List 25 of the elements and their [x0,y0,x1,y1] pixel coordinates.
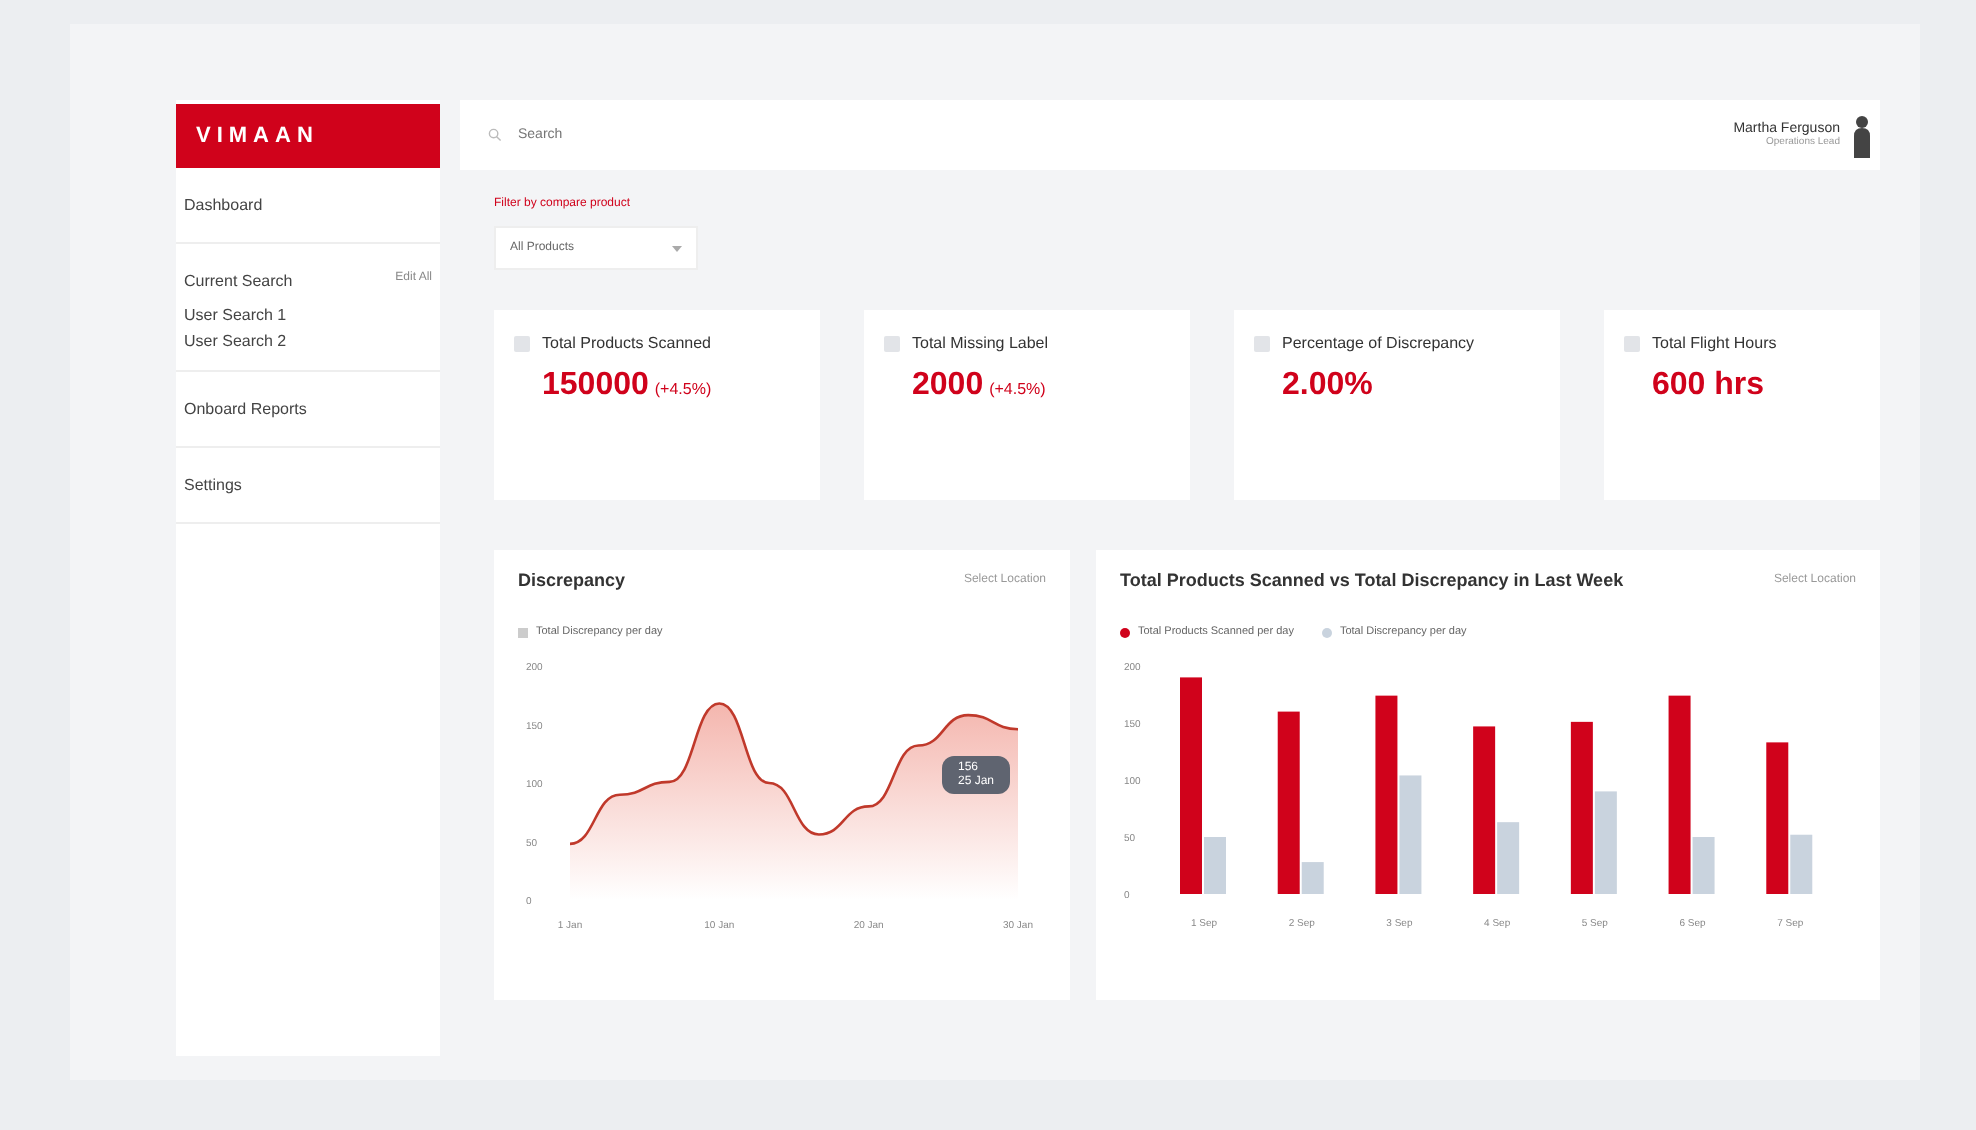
panel-title: Discrepancy [518,570,626,590]
caret-icon [672,245,682,251]
card-icon [1624,335,1640,351]
avatar-icon[interactable] [1852,113,1872,157]
search-icon [488,128,502,142]
card-icon [514,335,530,351]
sidebar-item[interactable]: Dashboard [184,196,263,214]
sidebar-item[interactable]: Current Search [184,272,293,290]
logo[interactable]: VIMAAN [176,104,440,168]
card-value: 150000 (+4.5%) [542,368,714,404]
card-icon [1254,335,1270,351]
card-value: 2.00% [1282,368,1375,404]
legend-icon [518,627,528,637]
sidebar-subitem[interactable]: User Search 1 [184,306,287,324]
card-value: 600 hrs [1652,368,1767,404]
panel-title: Total Products Scanned vs Total Discrepancy in Last Week [1120,570,1624,590]
card-title: Total Flight Hours [1652,334,1777,352]
sidebar-item[interactable]: Settings [184,476,242,494]
card-value: 2000 (+4.5%) [912,368,1048,404]
card-icon [884,335,900,351]
card-title: Total Missing Label [912,334,1049,352]
sidebar-subitem[interactable]: User Search 2 [184,332,287,350]
card-title: Percentage of Discrepancy [1282,334,1475,352]
card-title: Total Products Scanned [542,334,711,352]
sidebar-item[interactable]: Onboard Reports [184,400,307,418]
